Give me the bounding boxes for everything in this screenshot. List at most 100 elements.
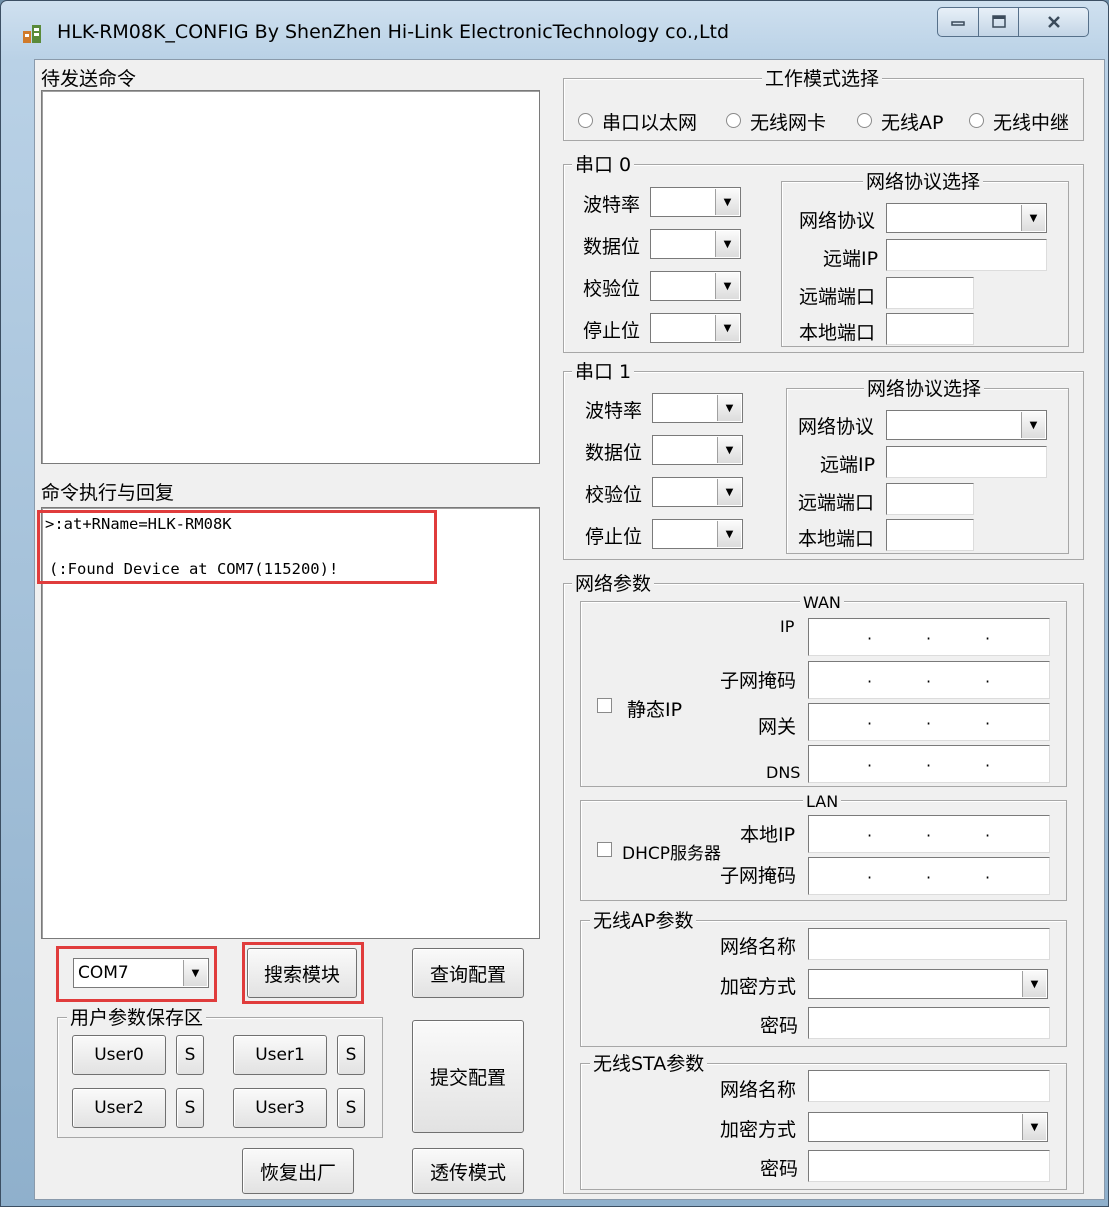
chevron-down-icon: ▼ [715, 273, 739, 299]
serial1-baud-select[interactable]: ▼ [652, 393, 743, 423]
ap-pwd-input[interactable] [808, 1007, 1050, 1039]
sta-pwd-input[interactable] [808, 1150, 1050, 1182]
wan-gateway-label: 网关 [758, 716, 797, 738]
wan-title: WAN [800, 592, 844, 614]
mode-radio-wireless-ap[interactable] [857, 113, 872, 128]
serial1-remote-port-label: 远端端口 [798, 492, 875, 514]
user2-save-button[interactable]: S [176, 1088, 204, 1128]
query-config-button[interactable]: 查询配置 [412, 948, 524, 998]
serial0-local-port-label: 本地端口 [799, 322, 876, 344]
lan-mask-input[interactable]: · · · [808, 857, 1050, 895]
serial1-parity-label: 校验位 [585, 484, 643, 506]
serial0-remote-ip-input[interactable] [886, 239, 1047, 271]
serial0-protocol-select[interactable]: ▼ [886, 203, 1047, 233]
restore-factory-button[interactable]: 恢复出厂 [242, 1148, 354, 1194]
mode-radio-wireless-nic[interactable] [726, 113, 741, 128]
serial1-stopbits-select[interactable]: ▼ [652, 519, 743, 549]
maximize-button[interactable] [979, 7, 1019, 37]
wan-ip-label: IP [780, 617, 795, 636]
network-title: 网络参数 [572, 573, 655, 595]
sta-ssid-input[interactable] [808, 1070, 1050, 1102]
ap-ssid-input[interactable] [808, 928, 1050, 960]
port-value: COM7 [78, 963, 129, 983]
serial1-databits-select[interactable]: ▼ [652, 435, 743, 465]
user0-save-button[interactable]: S [176, 1035, 204, 1075]
user3-save-button[interactable]: S [337, 1088, 365, 1128]
serial1-remote-ip-label: 远端IP [820, 454, 876, 476]
lan-ip-input[interactable]: · · · [808, 815, 1050, 853]
serial1-databits-label: 数据位 [585, 442, 643, 464]
mode-radio-serial-ethernet[interactable] [578, 113, 593, 128]
serial0-stopbits-select[interactable]: ▼ [650, 313, 741, 343]
user1-button[interactable]: User1 [233, 1035, 327, 1075]
serial1-protocol-select[interactable]: ▼ [886, 410, 1047, 440]
ap-enc-label: 加密方式 [720, 976, 797, 998]
ap-title: 无线AP参数 [590, 910, 697, 932]
port-select[interactable]: COM7 ▼ [73, 958, 209, 988]
user-params-title: 用户参数保存区 [67, 1007, 207, 1029]
serial0-baud-label: 波特率 [583, 194, 641, 216]
chevron-down-icon: ▼ [717, 479, 741, 505]
ap-ssid-label: 网络名称 [720, 936, 797, 958]
serial1-remote-ip-input[interactable] [886, 446, 1047, 478]
work-mode-title: 工作模式选择 [762, 68, 883, 90]
transparent-mode-button[interactable]: 透传模式 [412, 1148, 524, 1194]
serial1-title: 串口 1 [572, 361, 635, 383]
chevron-down-icon: ▼ [715, 315, 739, 341]
serial0-baud-select[interactable]: ▼ [650, 187, 741, 217]
search-module-button[interactable]: 搜索模块 [247, 948, 357, 998]
user2-button[interactable]: User2 [72, 1088, 166, 1128]
serial0-databits-select[interactable]: ▼ [650, 229, 741, 259]
mode-label-wireless-nic: 无线网卡 [750, 112, 827, 134]
chevron-down-icon: ▼ [717, 395, 741, 421]
serial0-protocol-label: 网络协议 [799, 210, 876, 232]
serial0-remote-port-input[interactable] [886, 277, 974, 309]
user0-button[interactable]: User0 [72, 1035, 166, 1075]
serial1-baud-label: 波特率 [585, 400, 643, 422]
user1-save-button[interactable]: S [337, 1035, 365, 1075]
serial1-remote-port-input[interactable] [886, 483, 974, 515]
sta-enc-select[interactable]: ▼ [808, 1112, 1048, 1142]
serial0-parity-label: 校验位 [583, 278, 641, 300]
client-area: 待发送命令 命令执行与回复 >:at+RName=HLK-RM08K (:Fou… [34, 59, 1105, 1200]
chevron-down-icon: ▼ [1021, 412, 1045, 438]
sta-ssid-label: 网络名称 [720, 1079, 797, 1101]
sta-enc-label: 加密方式 [720, 1119, 797, 1141]
chevron-down-icon: ▼ [715, 189, 739, 215]
wan-ip-input[interactable]: · · · [808, 618, 1050, 656]
maximize-icon [991, 15, 1006, 28]
wan-dns-input[interactable]: · · · [808, 745, 1050, 783]
serial1-local-port-label: 本地端口 [798, 528, 875, 550]
serial0-local-port-input[interactable] [886, 313, 974, 345]
chevron-down-icon: ▼ [1021, 205, 1045, 231]
mode-radio-wireless-repeater[interactable] [969, 113, 984, 128]
static-ip-checkbox[interactable] [597, 698, 612, 713]
lan-ip-label: 本地IP [740, 824, 796, 846]
serial1-local-port-input[interactable] [886, 519, 974, 551]
wan-mask-input[interactable]: · · · [808, 661, 1050, 699]
static-ip-label: 静态IP [627, 699, 683, 721]
serial0-parity-select[interactable]: ▼ [650, 271, 741, 301]
close-button[interactable] [1019, 7, 1089, 37]
submit-config-button[interactable]: 提交配置 [412, 1020, 524, 1133]
chevron-down-icon: ▼ [1022, 1114, 1046, 1140]
pending-commands-textarea[interactable] [41, 90, 540, 464]
wan-gateway-input[interactable]: · · · [808, 703, 1050, 741]
window-title: HLK-RM08K_CONFIG By ShenZhen Hi-Link Ele… [57, 21, 730, 43]
ap-pwd-label: 密码 [760, 1015, 799, 1037]
app-icon [23, 25, 41, 43]
dhcp-label: DHCP服务器 [622, 844, 721, 864]
minimize-icon [951, 21, 965, 26]
wan-mask-label: 子网掩码 [720, 670, 797, 692]
minimize-button[interactable] [937, 7, 979, 37]
serial0-title: 串口 0 [572, 154, 635, 176]
ap-enc-select[interactable]: ▼ [808, 969, 1048, 999]
sta-pwd-label: 密码 [760, 1158, 799, 1180]
title-bar[interactable]: HLK-RM08K_CONFIG By ShenZhen Hi-Link Ele… [1, 1, 1108, 59]
serial0-remote-ip-label: 远端IP [823, 248, 879, 270]
user3-button[interactable]: User3 [233, 1088, 327, 1128]
lan-mask-label: 子网掩码 [720, 865, 797, 887]
dhcp-checkbox[interactable] [597, 842, 612, 857]
serial1-parity-select[interactable]: ▼ [652, 477, 743, 507]
serial0-databits-label: 数据位 [583, 236, 641, 258]
